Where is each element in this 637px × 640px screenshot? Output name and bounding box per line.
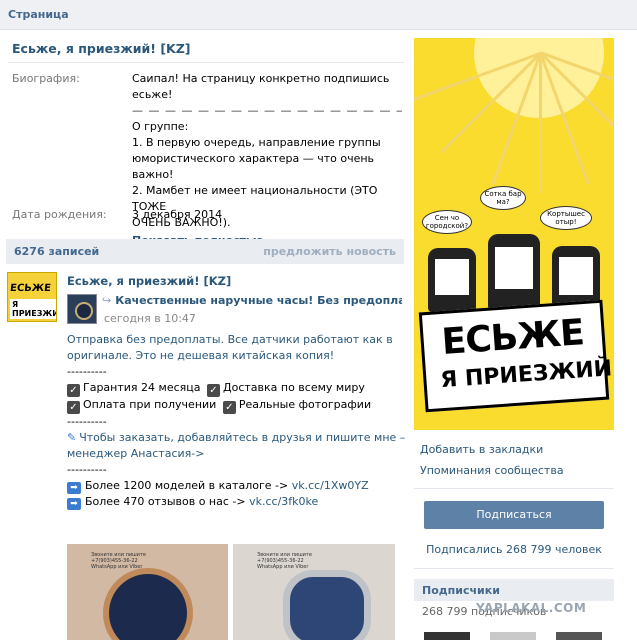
birth-value: 3 декабря 2014 — [132, 208, 223, 221]
subscribers-title: Подписчики — [422, 584, 500, 597]
speech-bubble: Сен чо городской? — [422, 210, 472, 234]
poster-title: ЕСЬЖЕ — [440, 312, 586, 363]
post-line: ✓ Оплата при получении ✓ Реальные фотограф… — [67, 397, 397, 414]
speech-bubble: Кортышес отыр! — [540, 206, 592, 230]
checkbox-icon: ✓ — [207, 384, 220, 397]
post-dashes: ---------- — [67, 415, 107, 428]
topbar-title: Страница — [8, 8, 69, 21]
poster-sign: ЕСЬЖЕ Я ПРИЕЗЖИЙ ! — [418, 299, 614, 413]
post-line: оригинале. Это не дешевая китайская копи… — [67, 349, 335, 362]
topbar: Страница — [0, 0, 637, 30]
pencil-icon: ✎ — [67, 431, 77, 444]
sun-ray — [539, 53, 542, 193]
figure-shirt — [558, 256, 594, 296]
catalog-text: Более 1200 моделей в каталоге -> — [85, 479, 289, 492]
feature-text: Гарантия 24 месяца — [83, 381, 201, 394]
post-dashes: ---------- — [67, 463, 107, 476]
feature-text: Оплата при получении — [83, 398, 217, 411]
repost-icon: ↪ — [102, 294, 112, 307]
birth-label: Дата рождения: — [12, 208, 107, 221]
subscriber-avatar[interactable] — [556, 632, 602, 640]
watermark: YAPLAKAL.COM — [476, 601, 587, 615]
feature-text: Доставка по всему миру — [223, 381, 365, 394]
repost-title-text: Качественные наручные часы! Без предопла… — [115, 294, 402, 307]
avatar-text: Я ПРИЕЗЖИЙ — [10, 299, 56, 319]
divider — [8, 62, 404, 63]
reviews-text: Более 470 отзывов о нас -> — [85, 495, 246, 508]
figure-shirt — [494, 246, 534, 290]
repost-title-link[interactable]: ↪ Качественные наручные часы! Без предопл… — [102, 294, 402, 307]
divider — [414, 488, 614, 489]
figure-shirt — [434, 258, 470, 296]
subscriber-avatar[interactable] — [490, 632, 536, 640]
checkbox-icon: ✓ — [67, 384, 80, 397]
post-photos: Звоните или пишите +7(903)455-36-22 What… — [67, 544, 397, 640]
post-line: ✎ Чтобы заказать, добавляйтесь в друзья и… — [67, 430, 405, 446]
post-author-link[interactable]: Есьже, я приезжий! [KZ] — [67, 274, 231, 288]
checkbox-icon: ✓ — [67, 401, 80, 414]
repost-date[interactable]: сегодня в 10:47 — [104, 312, 196, 325]
post-line: менеджер Анастасия-> — [67, 447, 205, 460]
bio-line: — — — — — — — — — — — — — — — — — — — — — [132, 104, 402, 117]
catalog-link[interactable]: vk.cc/1Xw0YZ — [292, 479, 369, 492]
subscribers-count-link[interactable]: Подписались 268 799 человек — [414, 543, 614, 556]
photo-watch-1[interactable]: Звоните или пишите +7(903)455-36-22 What… — [67, 544, 228, 640]
subscribers-header[interactable]: Подписчики — [414, 579, 614, 601]
post-line: ✓ Гарантия 24 месяца ✓ Доставка по всему м… — [67, 380, 397, 397]
wall-count[interactable]: 6276 записей — [14, 245, 99, 258]
checkbox-icon: ✓ — [222, 401, 236, 414]
bio-line: юмористического характера — что очень ва… — [132, 152, 375, 181]
post-line: ➡ Более 1200 моделей в каталоге -> vk.cc/… — [67, 478, 397, 494]
post-line: ➡ Более 470 отзывов о нас -> vk.cc/3fk0ke — [67, 494, 397, 510]
arrow-right-icon: ➡ — [67, 498, 81, 510]
avatar[interactable]: ЕСЬЖЕ Я ПРИЕЗЖИЙ — [7, 272, 57, 322]
post-dashes: ---------- — [67, 365, 107, 378]
mentions-link[interactable]: Упоминания сообщества — [420, 464, 564, 477]
divider — [414, 568, 614, 569]
bio-line: Саипал! На страницу конкретно подпишись … — [132, 72, 390, 101]
speech-bubble: Сотка бар ма? — [480, 186, 526, 210]
arrow-right-icon: ➡ — [67, 482, 81, 494]
post-text: Отправка без предоплаты. Все датчики раб… — [67, 332, 405, 510]
suggest-news-link[interactable]: предложить новость — [263, 245, 396, 258]
watch-icon — [103, 568, 193, 640]
bio-label: Биография: — [12, 72, 80, 85]
subscriber-avatar[interactable] — [424, 632, 470, 640]
wall-header: 6276 записей предложить новость — [6, 239, 404, 264]
feature-text: Реальные фотографии — [238, 398, 372, 411]
avatar-text: ЕСЬЖЕ — [9, 283, 52, 294]
photo-watch-2[interactable]: Звоните или пишите +7(903)455-36-22 What… — [233, 544, 395, 640]
reviews-link[interactable]: vk.cc/3fk0ke — [249, 495, 318, 508]
bio-line: 1. В первую очередь, направление группы — [132, 136, 381, 149]
post-line: Отправка без предоплаты. Все датчики раб… — [67, 333, 393, 346]
photo-caption: Звоните или пишите +7(903)455-36-22 What… — [91, 552, 146, 570]
order-text: Чтобы заказать, добавляйтесь в друзья и … — [79, 431, 406, 444]
main-column: Есьже, я приезжий! [KZ] Биография: Саипа… — [0, 30, 410, 640]
bio-line: О группе: — [132, 120, 189, 133]
group-poster[interactable]: Сен чо городской? Сотка бар ма? Кортышес… — [414, 38, 614, 430]
page-title: Есьже, я приезжий! [KZ] — [12, 41, 191, 56]
subscribe-button[interactable]: Подписаться — [424, 501, 604, 529]
repost-avatar[interactable] — [67, 294, 97, 324]
watch-icon — [283, 570, 371, 640]
photo-caption: Звоните или пишите +7(903)455-36-22 What… — [257, 552, 312, 570]
bookmark-link[interactable]: Добавить в закладки — [420, 443, 543, 456]
